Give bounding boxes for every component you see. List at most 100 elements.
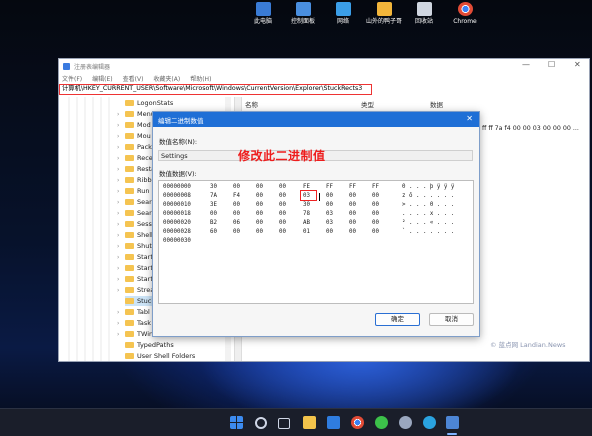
tree-item[interactable]: › Task — [117, 318, 151, 328]
tree-item[interactable]: › Pack — [117, 142, 152, 152]
chevron-right-icon[interactable]: › — [117, 133, 119, 140]
tree-item[interactable]: › Strea — [117, 285, 154, 295]
chevron-right-icon[interactable]: › — [117, 320, 119, 327]
chevron-right-icon[interactable]: › — [117, 309, 119, 316]
tree-item[interactable]: › Mod — [117, 120, 151, 130]
hex-byte: 00 — [279, 211, 286, 217]
hex-address: 00000030 — [163, 238, 191, 244]
tree-item[interactable]: LogonStats — [125, 98, 173, 108]
chevron-right-icon[interactable]: › — [117, 254, 119, 261]
tree-item[interactable]: › Start — [117, 274, 153, 284]
this-pc-desktop-icon[interactable]: 此电脑 — [243, 2, 283, 25]
close-icon[interactable]: ✕ — [574, 60, 581, 69]
control-panel-desktop-icon[interactable]: 控制面板 — [283, 2, 323, 25]
chevron-right-icon[interactable]: › — [117, 331, 119, 338]
hex-editor[interactable]: 00000000 30 00 00 00 FE FF FF FF 0 . . .… — [158, 180, 474, 304]
chrome-desktop-icon[interactable]: Chrome — [445, 2, 485, 25]
tree-item[interactable]: TypedPaths — [125, 340, 174, 350]
minimize-icon[interactable]: — — [522, 60, 530, 69]
regedit-icon[interactable] — [446, 416, 459, 429]
chevron-right-icon[interactable]: › — [117, 210, 119, 217]
hex-byte: 00 — [372, 229, 379, 235]
chevron-right-icon[interactable]: › — [117, 276, 119, 283]
chevron-right-icon[interactable]: › — [117, 287, 119, 294]
chevron-right-icon[interactable]: › — [117, 177, 119, 184]
chevron-right-icon[interactable]: › — [117, 155, 119, 162]
settings-icon[interactable] — [399, 416, 412, 429]
hex-byte: 00 — [233, 184, 240, 190]
column-header-name[interactable]: 名称 — [245, 99, 258, 109]
chevron-right-icon[interactable]: › — [117, 166, 119, 173]
hex-ascii: . . . . x . . . — [402, 211, 455, 217]
chevron-right-icon[interactable]: › — [117, 188, 119, 195]
tree-item[interactable]: › Menu — [117, 109, 155, 119]
tree-item[interactable]: › Run — [117, 186, 149, 196]
column-header-type[interactable]: 类型 — [361, 99, 374, 109]
tree-item[interactable]: › Sess — [117, 219, 152, 229]
tree-item[interactable]: › Rece — [117, 153, 153, 163]
tree-item[interactable]: › Shell — [117, 230, 153, 240]
chevron-right-icon[interactable]: › — [117, 265, 119, 272]
address-bar[interactable]: 计算机\HKEY_CURRENT_USER\Software\Microsoft… — [59, 84, 372, 95]
hex-row: 00000018 00 00 00 00 78 03 00 00 . . . .… — [160, 211, 454, 219]
cancel-button[interactable]: 取消 — [429, 313, 474, 326]
recycle-bin-desktop-icon[interactable]: 回收站 — [404, 2, 444, 25]
menu-favorites[interactable]: 收藏夹(A) — [153, 74, 180, 83]
hex-byte: 00 — [349, 193, 356, 199]
hex-byte: 7A — [210, 193, 217, 199]
taskview-icon[interactable] — [278, 418, 290, 429]
chevron-right-icon[interactable]: › — [117, 221, 119, 228]
folder-icon — [125, 155, 134, 161]
hex-byte: AB — [303, 220, 310, 226]
wechat-icon[interactable] — [375, 416, 388, 429]
ok-button[interactable]: 确定 — [375, 313, 420, 326]
edge-icon[interactable] — [423, 416, 436, 429]
chrome-icon[interactable] — [351, 416, 364, 429]
menu-file[interactable]: 文件(F) — [62, 74, 82, 83]
tree-item[interactable]: › Sear — [117, 208, 152, 218]
network-desktop-icon[interactable]: 网络 — [323, 2, 363, 25]
menu-view[interactable]: 查看(V) — [123, 74, 144, 83]
window-titlebar: 注册表编辑器 — ☐ ✕ — [59, 59, 589, 73]
column-header-data[interactable]: 数据 — [430, 99, 443, 109]
maximize-icon[interactable]: ☐ — [548, 60, 555, 69]
tree-item[interactable]: › Sear — [117, 197, 152, 207]
chevron-right-icon[interactable]: › — [117, 243, 119, 250]
taskbar — [0, 408, 592, 436]
tree-item[interactable]: › Shut — [117, 241, 152, 251]
hex-address: 00000010 — [163, 202, 191, 208]
hex-byte: 03 — [326, 220, 333, 226]
hex-byte: 00 — [349, 211, 356, 217]
folder-icon — [125, 177, 134, 183]
chevron-right-icon[interactable]: › — [117, 232, 119, 239]
hex-byte: 03 — [326, 211, 333, 217]
chevron-right-icon[interactable]: › — [117, 122, 119, 129]
explorer-icon[interactable] — [303, 416, 316, 429]
menu-help[interactable]: 帮助(H) — [190, 74, 211, 83]
store-icon[interactable] — [327, 416, 340, 429]
tree-item[interactable]: User Shell Folders — [125, 351, 195, 361]
hex-row: 00000008 7A F4 00 00 03 00 00 00 z ô . .… — [160, 193, 454, 201]
tree-item[interactable]: › TWin — [117, 329, 153, 339]
folder-icon — [125, 199, 134, 205]
hex-byte: 00 — [326, 229, 333, 235]
tree-item[interactable]: › Start — [117, 252, 153, 262]
start-icon[interactable] — [230, 416, 243, 429]
search-icon[interactable] — [255, 417, 267, 429]
hex-address: 00000020 — [163, 220, 191, 226]
tree-item[interactable]: › Start — [117, 263, 153, 273]
close-icon[interactable]: ✕ — [466, 114, 473, 123]
tree-item[interactable]: › Mou — [117, 131, 151, 141]
chevron-right-icon[interactable]: › — [117, 144, 119, 151]
tree-item[interactable]: › Ribbo — [117, 175, 156, 185]
chevron-right-icon[interactable]: › — [117, 199, 119, 206]
folder-icon — [125, 320, 134, 326]
chevron-right-icon[interactable]: › — [117, 111, 119, 118]
tree-item[interactable]: › Resta — [117, 164, 155, 174]
tree-item[interactable]: › Tabl — [117, 307, 150, 317]
menu-edit[interactable]: 编辑(E) — [92, 74, 112, 83]
hex-byte: B2 — [210, 220, 217, 226]
folder-icon — [125, 221, 134, 227]
folder-icon — [125, 232, 134, 238]
user-folder-desktop-icon[interactable]: 山外的鸭子哥 — [364, 2, 404, 25]
